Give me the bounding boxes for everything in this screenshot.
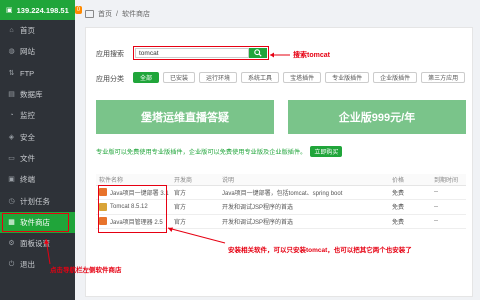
cell-desc: 开发和调试JSP程序的首选 <box>219 199 389 215</box>
breadcrumb-separator: / <box>116 10 118 18</box>
buy-now-button[interactable]: 立即购买 <box>310 146 343 157</box>
software-highlight <box>98 185 167 233</box>
store-annotation: 点击导航栏左侧软件商店 <box>50 267 122 274</box>
store-annotation-arrow <box>44 238 51 265</box>
sidebar-item-0[interactable]: ⌂ 首页 <box>0 20 75 41</box>
search-annotation: 搜索tomcat <box>293 52 330 59</box>
sidebar: ▣ 139.224.198.51 0 ⌂ 首页 ◍ 网站 ⇅ FTP ▤ 数据库 ◔ 监控 ◈ 安全 ▭… <box>0 0 83 300</box>
search-icon <box>254 49 262 57</box>
sidebar-item-label: 文件 <box>20 153 35 163</box>
pro-tip-text: 专业版可以免费使用专业版插件，企业版可以免费使用专业版及企业版插件。 <box>96 149 307 156</box>
breadcrumb-current: 软件商店 <box>121 11 150 18</box>
col-name: 软件名称 <box>96 174 171 186</box>
shield-icon: ◈ <box>8 133 15 141</box>
install-annotation-arrow <box>167 227 226 244</box>
home-icon: ⌂ <box>9 27 14 35</box>
sidebar-item-9[interactable]: ▦ 软件商店 <box>0 211 75 233</box>
category-tab-6[interactable]: 企业版插件 <box>373 72 418 83</box>
gear-icon: ⚙ <box>8 240 15 248</box>
sidebar-item-label: 退出 <box>20 260 35 270</box>
cell-expire: -- <box>431 199 466 215</box>
col-vendor: 开发商 <box>171 174 219 186</box>
server-icon: ▣ <box>6 7 13 14</box>
search-input[interactable] <box>135 48 249 58</box>
breadcrumb-home[interactable]: 首页 <box>98 9 112 19</box>
cell-price: 免费 <box>389 185 431 200</box>
install-annotation: 安装相关软件，可以只安装tomcat，也可以把其它两个也安装了 <box>228 247 412 254</box>
col-expire: 到期时间 <box>431 174 466 186</box>
database-icon: ▤ <box>8 91 15 99</box>
category-tab-5[interactable]: 专业版插件 <box>325 72 370 83</box>
col-desc: 说明 <box>219 174 389 186</box>
category-tabs: 全部 已安装 运行环境 系统工具 宝塔插件 专业版插件 企业版插件 第三方应用 <box>133 72 466 83</box>
cell-expire: -- <box>431 214 466 229</box>
search-box <box>133 46 269 60</box>
category-tab-7[interactable]: 第三方应用 <box>421 72 466 83</box>
ftp-icon: ⇅ <box>8 69 15 77</box>
sidebar-menu: ⌂ 首页 ◍ 网站 ⇅ FTP ▤ 数据库 ◔ 监控 ◈ 安全 ▭ 文件 ▣ 终端 ◷ 计划任务 ▦ 软件商店 ⚙ 面板设… <box>0 20 75 276</box>
col-price: 价格 <box>389 174 431 186</box>
category-tab-0[interactable]: 全部 <box>133 72 160 83</box>
sidebar-item-5[interactable]: ◈ 安全 <box>0 126 75 147</box>
search-button[interactable] <box>249 48 267 58</box>
cell-price: 免费 <box>389 199 431 215</box>
sidebar-item-7[interactable]: ▣ 终端 <box>0 169 75 190</box>
search-label: 应用搜索 <box>96 51 124 58</box>
cell-desc: Java项目一键部署，包括tomcat、spring boot <box>219 185 389 200</box>
sidebar-item-label: 终端 <box>20 175 35 185</box>
breadcrumb: 首页 / 软件商店 <box>85 6 150 22</box>
table-header: 软件名称 开发商 说明 价格 到期时间 <box>96 174 466 186</box>
sidebar-item-label: 计划任务 <box>20 196 50 206</box>
annotation-arrow <box>270 52 290 58</box>
store-panel: 应用搜索 搜索tomcat 应用分类 全部已安装运行环境系统工具宝塔插件专业版插… <box>85 27 473 297</box>
server-header: ▣ 139.224.198.51 0 <box>0 0 83 20</box>
category-tab-2[interactable]: 运行环境 <box>199 72 238 83</box>
main-content: 首页 / 软件商店 应用搜索 搜索tomcat 应用分类 全部已安装运行环境系统… <box>75 0 480 300</box>
sidebar-item-10[interactable]: ⚙ 面板设置 <box>0 233 75 254</box>
sidebar-item-2[interactable]: ⇅ FTP <box>0 63 75 84</box>
sidebar-item-label: 安全 <box>20 132 35 142</box>
sidebar-item-3[interactable]: ▤ 数据库 <box>0 84 75 105</box>
sidebar-item-6[interactable]: ▭ 文件 <box>0 148 75 169</box>
sidebar-item-label: 网站 <box>20 47 35 57</box>
cell-desc: 开发和调试JSP程序的首选 <box>219 214 389 229</box>
category-tab-4[interactable]: 宝塔插件 <box>283 72 322 83</box>
pro-tip: 专业版可以免费使用专业版插件，企业版可以免费使用专业版及企业版插件。 立即购买 <box>96 146 343 157</box>
folder-icon: ▭ <box>8 154 15 162</box>
home-icon[interactable] <box>85 10 94 18</box>
terminal-icon: ▣ <box>8 176 15 184</box>
clock-icon: ◷ <box>8 197 15 205</box>
sidebar-item-4[interactable]: ◔ 监控 <box>0 105 75 126</box>
monitor-icon: ◔ <box>9 112 14 120</box>
cell-expire: -- <box>431 185 466 200</box>
logout-icon: ⏻ <box>8 261 15 269</box>
sidebar-item-1[interactable]: ◍ 网站 <box>0 41 75 62</box>
sidebar-item-label: 监控 <box>20 111 35 121</box>
category-label: 应用分类 <box>96 76 124 83</box>
cell-vendor: 官方 <box>171 185 219 200</box>
sidebar-item-label: FTP <box>20 68 35 78</box>
promo-live-qa[interactable]: 堡塔运维直播答疑 <box>96 100 274 134</box>
cell-vendor: 官方 <box>171 199 219 215</box>
sidebar-item-label: 软件商店 <box>20 217 50 227</box>
category-tab-3[interactable]: 系统工具 <box>241 72 280 83</box>
category-tab-1[interactable]: 已安装 <box>163 72 196 83</box>
sidebar-item-label: 首页 <box>20 26 35 36</box>
globe-icon: ◍ <box>8 48 15 56</box>
promo-enterprise[interactable]: 企业版999元/年 <box>288 100 466 134</box>
sidebar-item-label: 数据库 <box>20 90 43 100</box>
store-icon: ▦ <box>8 218 15 226</box>
cell-price: 免费 <box>389 214 431 229</box>
sidebar-item-8[interactable]: ◷ 计划任务 <box>0 190 75 211</box>
server-ip: 139.224.198.51 <box>16 5 69 15</box>
